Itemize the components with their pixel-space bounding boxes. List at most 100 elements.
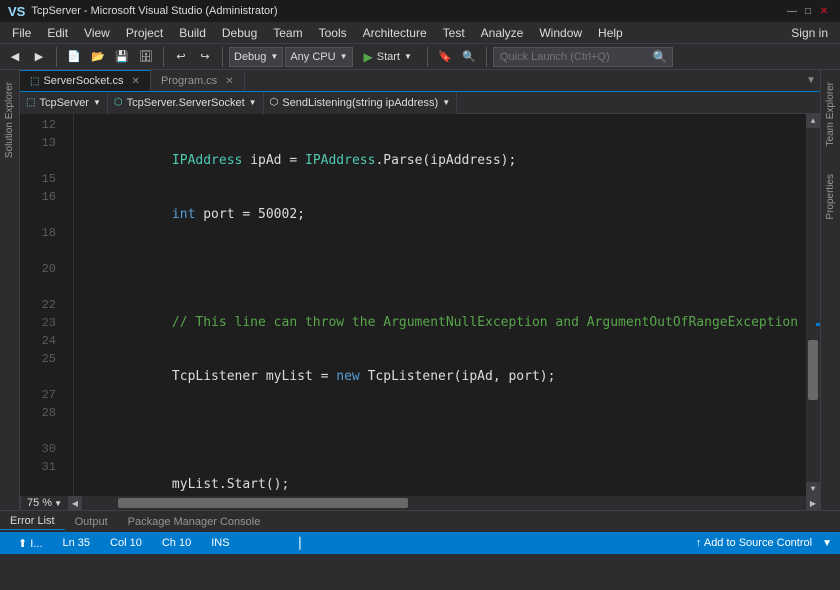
code-line-17 — [78, 422, 806, 440]
code-gutter — [60, 114, 74, 496]
class-nav-icon: ⬡ — [114, 97, 123, 108]
play-icon: ▶ — [364, 50, 373, 64]
right-sidebars: Team Explorer Properties — [820, 70, 840, 510]
cpu-arrow: ▼ — [340, 52, 348, 61]
bookmark-button[interactable]: 🔖 — [434, 47, 456, 67]
git-branch-indicator[interactable]: ⬆ I... — [8, 537, 53, 550]
start-arrow: ▼ — [404, 52, 412, 61]
git-icon: ⬆ — [18, 538, 27, 550]
status-bar: ⬆ I... Ln 35 Col 10 Ch 10 INS ▏ ↑ Add to… — [0, 532, 840, 554]
menu-debug[interactable]: Debug — [214, 24, 265, 42]
minimize-button[interactable]: — — [784, 4, 800, 18]
undo-button[interactable]: ↩ — [170, 47, 192, 67]
tabs-overflow-button[interactable]: ▼ — [802, 75, 820, 86]
doc-tabs: ⬚ ServerSocket.cs ✕ Program.cs ✕ ▼ — [20, 70, 820, 92]
tab-close-program[interactable]: ✕ — [225, 76, 233, 87]
h-scroll-track[interactable] — [82, 496, 806, 510]
method-nav-arrow: ▼ — [442, 98, 450, 107]
open-button[interactable]: 📂 — [87, 47, 109, 67]
save-all-button[interactable]: 🗄 — [135, 47, 157, 67]
zoom-arrow[interactable]: ▼ — [54, 499, 62, 508]
save-button[interactable]: 💾 — [111, 47, 133, 67]
team-explorer-label[interactable]: Team Explorer — [825, 82, 836, 146]
quick-launch-input[interactable] — [493, 47, 673, 67]
scroll-up-button[interactable]: ▲ — [806, 114, 820, 128]
code-area[interactable]: 12 13 15 16 18 20 22 23 24 25 27 28 30 — [20, 114, 820, 496]
editor-container: ⬚ ServerSocket.cs ✕ Program.cs ✕ ▼ ⬚ Tcp… — [20, 70, 820, 510]
git-branch-label: I — [30, 538, 33, 550]
tab-output[interactable]: Output — [65, 514, 118, 530]
tab-program[interactable]: Program.cs ✕ — [151, 71, 245, 91]
menu-view[interactable]: View — [76, 24, 118, 42]
menu-build[interactable]: Build — [171, 24, 214, 42]
start-button[interactable]: ▶ Start ▼ — [355, 47, 421, 67]
status-line[interactable]: Ln 35 — [53, 537, 101, 549]
class-nav-arrow: ▼ — [249, 98, 257, 107]
project-nav-arrow: ▼ — [93, 98, 101, 107]
debug-config-arrow: ▼ — [270, 52, 278, 61]
tab-icon-serversocket: ⬚ — [30, 76, 39, 87]
code-line-15: // This line can throw the ArgumentNullE… — [78, 314, 806, 332]
menu-project[interactable]: Project — [118, 24, 171, 42]
bottom-panel: Error List Output Package Manager Consol… — [0, 510, 840, 532]
cpu-dropdown[interactable]: Any CPU ▼ — [285, 47, 352, 67]
debug-config-label: Debug — [234, 51, 266, 63]
menu-test[interactable]: Test — [435, 24, 473, 42]
menu-architecture[interactable]: Architecture — [355, 24, 435, 42]
code-line-18: myList.Start(); — [78, 476, 806, 494]
code-line-14 — [78, 260, 806, 278]
forward-button[interactable]: ▶ — [28, 47, 50, 67]
tab-error-list[interactable]: Error List — [0, 513, 65, 530]
source-control-arrow[interactable]: ▼ — [822, 538, 832, 549]
debug-config-dropdown[interactable]: Debug ▼ — [229, 47, 283, 67]
menu-window[interactable]: Window — [531, 24, 590, 42]
code-line-16: TcpListener myList = new TcpListener(ipA… — [78, 368, 806, 386]
menu-team[interactable]: Team — [265, 24, 310, 42]
app-icon: VS — [8, 4, 25, 19]
close-button[interactable]: ✕ — [816, 4, 832, 18]
scroll-thumb[interactable] — [808, 340, 818, 400]
find-button[interactable]: 🔍 — [458, 47, 480, 67]
horizontal-scrollbar[interactable]: 75 % ▼ ◀ ▶ — [20, 496, 820, 510]
code-editor[interactable]: IPAddress ipAd = IPAddress.Parse(ipAddre… — [74, 114, 806, 496]
project-nav-label: TcpServer — [39, 97, 89, 109]
scroll-down-button[interactable]: ▼ — [806, 482, 820, 496]
solution-explorer-label[interactable]: Solution Explorer — [4, 82, 15, 158]
tab-package-manager[interactable]: Package Manager Console — [118, 514, 271, 530]
status-ch[interactable]: Ch 10 — [152, 537, 201, 549]
menu-file[interactable]: File — [4, 24, 39, 42]
tab-close-serversocket[interactable]: ✕ — [132, 76, 140, 87]
toolbar-sep-3 — [222, 47, 223, 67]
code-line-12: IPAddress ipAd = IPAddress.Parse(ipAddre… — [78, 152, 806, 170]
method-nav-dropdown[interactable]: ⬡ SendListening(string ipAddress) ▼ — [264, 92, 458, 114]
h-scroll-thumb[interactable] — [118, 498, 408, 508]
status-col[interactable]: Col 10 — [100, 537, 152, 549]
menu-analyze[interactable]: Analyze — [473, 24, 532, 42]
toolbar-sep-2 — [163, 47, 164, 67]
cpu-label: Any CPU — [290, 51, 335, 63]
toolbar-sep-5 — [486, 47, 487, 67]
maximize-button[interactable]: □ — [800, 4, 816, 18]
title-bar: VS TcpServer - Microsoft Visual Studio (… — [0, 0, 840, 22]
scroll-left-button[interactable]: ◀ — [68, 496, 82, 510]
redo-button[interactable]: ↪ — [194, 47, 216, 67]
menu-help[interactable]: Help — [590, 24, 631, 42]
back-button[interactable]: ◀ — [4, 47, 26, 67]
scroll-highlight — [816, 323, 820, 326]
project-nav-dropdown[interactable]: ⬚ TcpServer ▼ — [20, 92, 108, 114]
tab-serversocket[interactable]: ⬚ ServerSocket.cs ✕ — [20, 70, 151, 91]
status-ins[interactable]: INS — [201, 537, 239, 549]
menu-edit[interactable]: Edit — [39, 24, 76, 42]
tab-label-program: Program.cs — [161, 75, 217, 87]
new-file-button[interactable]: 📄 — [63, 47, 85, 67]
menu-tools[interactable]: Tools — [311, 24, 355, 42]
zoom-control[interactable]: 75 % ▼ — [20, 497, 68, 509]
vertical-scrollbar[interactable]: ▲ ▼ — [806, 114, 820, 496]
signin-button[interactable]: Sign in — [783, 24, 836, 42]
scroll-right-button[interactable]: ▶ — [806, 496, 820, 510]
source-control-button[interactable]: ↑ Add to Source Control — [686, 537, 822, 549]
status-right-area: ↑ Add to Source Control ▼ — [686, 537, 832, 549]
class-nav-dropdown[interactable]: ⬡ TcpServer.ServerSocket ▼ — [108, 92, 264, 114]
properties-label[interactable]: Properties — [825, 174, 836, 220]
toolbar: ◀ ▶ 📄 📂 💾 🗄 ↩ ↪ Debug ▼ Any CPU ▼ ▶ Star… — [0, 44, 840, 70]
